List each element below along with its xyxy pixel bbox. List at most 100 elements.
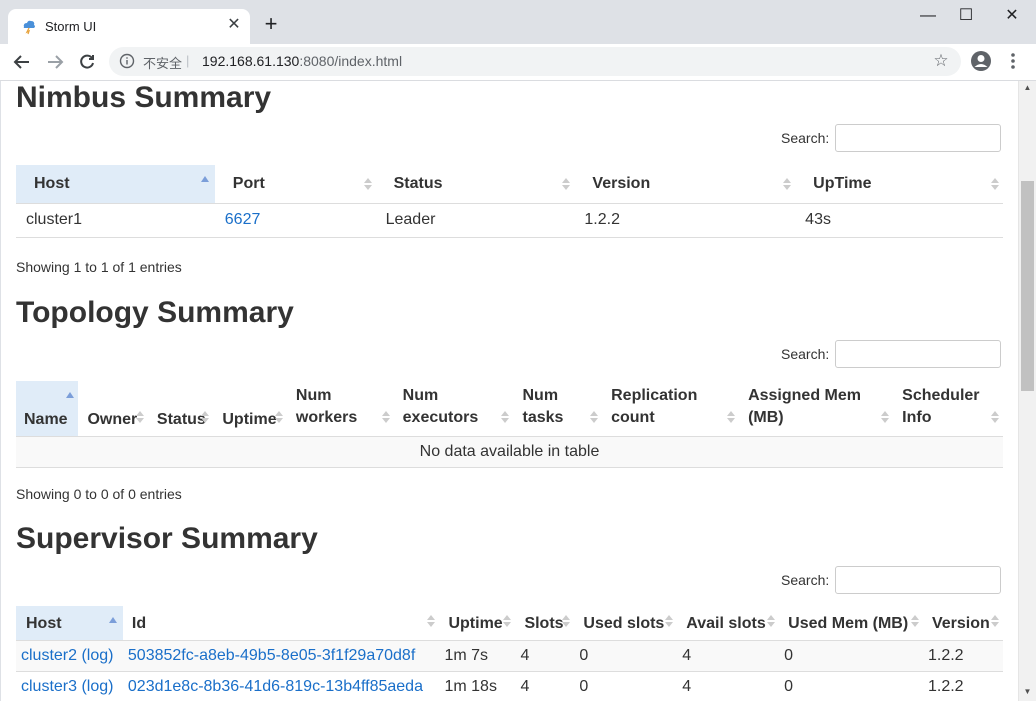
nimbus-version-cell: 1.2.2 [574,203,796,238]
col-header-scheduler-info[interactable]: Scheduler Info [893,381,1003,437]
sort-both-icon [991,614,999,627]
kebab-menu-icon[interactable] [1005,50,1021,72]
browser-tab[interactable]: Storm UI ✕ [8,9,250,44]
close-window-icon[interactable]: ✕ [1000,6,1024,26]
scroll-up-arrow-icon[interactable]: ▲ [1019,83,1036,95]
nimbus-search-input[interactable] [835,124,1001,152]
url-path: :8080/index.html [299,53,403,69]
insecure-label: 不安全 [143,56,183,71]
info-icon[interactable] [119,53,135,69]
supervisor-used-slots-cell: 0 [574,671,678,701]
col-header-used-mem[interactable]: Used Mem (MB) [779,606,923,641]
col-header-num-executors[interactable]: Num executors [393,381,514,437]
topology-search-label: Search: [781,346,830,362]
browser-tabstrip: Storm UI ✕ + — ☐ ✕ [0,0,1036,44]
forward-icon[interactable] [43,50,67,74]
col-header-uptime[interactable]: Uptime [213,381,287,437]
col-header-uptime[interactable]: Uptime [439,606,516,641]
col-header-version[interactable]: Version [574,165,796,204]
browser-toolbar: 不安全 | 192.168.61.130:8080/index.html ☆ [0,44,1036,81]
sort-both-icon [503,614,512,627]
col-header-status[interactable]: Status [147,381,214,437]
bookmark-star-icon[interactable]: ☆ [931,51,951,71]
tab-title: Storm UI [45,19,97,34]
sort-both-icon [274,410,283,423]
nimbus-summary-heading: Nimbus Summary [16,81,272,114]
col-header-name[interactable]: Name [16,381,79,437]
sort-both-icon [991,410,999,423]
topology-empty-message: No data available in table [16,436,1003,468]
col-header-assigned-mem[interactable]: Assigned Mem (MB) [739,381,894,437]
nimbus-host-cell: cluster1 [16,203,215,238]
col-header-num-tasks[interactable]: Num tasks [513,381,603,437]
sort-both-icon [590,410,599,423]
col-header-id[interactable]: Id [122,606,440,641]
scrollbar-thumb[interactable] [1021,181,1034,391]
sort-both-icon [427,614,436,627]
scroll-down-arrow-icon[interactable]: ▼ [1019,687,1036,699]
sort-both-icon [363,177,372,190]
col-header-replication-count[interactable]: Replication count [602,381,740,437]
nimbus-table-info: Showing 1 to 1 of 1 entries [16,259,182,275]
table-row: No data available in table [16,436,1003,468]
col-header-status[interactable]: Status [375,165,575,204]
col-header-host[interactable]: Host [16,165,215,204]
col-header-slots[interactable]: Slots [515,606,575,641]
maximize-icon[interactable]: ☐ [954,6,978,26]
sort-both-icon [783,177,792,190]
table-row: cluster1 6627 Leader 1.2.2 43s [16,203,1003,238]
nimbus-search-label: Search: [781,130,830,146]
topology-search-input[interactable] [835,340,1001,368]
supervisor-avail-slots-cell: 4 [677,640,780,672]
col-header-uptime[interactable]: UpTime [795,165,1003,204]
supervisor-host-link[interactable]: cluster2 (log) [21,647,113,664]
col-header-port[interactable]: Port [214,165,376,204]
page-content: Nimbus Summary Search: Host Port Status … [1,81,1018,701]
col-header-owner[interactable]: Owner [78,381,148,437]
nimbus-table: Host Port Status Version UpTime cluster1… [16,165,1003,238]
url-host: 192.168.61.130 [202,53,300,69]
supervisor-id-link[interactable]: 503852fc-a8eb-49b5-8e05-3f1f29a70d8f [128,647,415,664]
supervisor-slots-cell: 4 [515,640,575,672]
col-header-used-slots[interactable]: Used slots [574,606,678,641]
page-scrollbar[interactable]: ▲ ▼ [1018,81,1036,701]
supervisor-search-label: Search: [781,572,830,588]
col-header-version[interactable]: Version [922,606,1003,641]
address-bar[interactable]: 不安全 | 192.168.61.130:8080/index.html ☆ [109,47,961,76]
supervisor-id-link[interactable]: 023d1e8c-8b36-41d6-819c-13b4ff85aeda [128,678,423,695]
sort-both-icon [665,614,674,627]
sort-both-icon [767,614,776,627]
minimize-icon[interactable]: — [916,6,940,26]
sort-both-icon [727,410,736,423]
supervisor-search-input[interactable] [835,566,1001,594]
sort-both-icon [991,177,999,190]
topology-table-info: Showing 0 to 0 of 0 entries [16,486,182,502]
topology-table: Name Owner Status Uptime Num workers Num… [16,381,1003,468]
col-header-host[interactable]: Host [16,606,123,641]
back-icon[interactable] [10,50,34,74]
reload-icon[interactable] [75,50,99,74]
new-tab-icon[interactable]: + [261,13,281,35]
supervisor-id-cell: 503852fc-a8eb-49b5-8e05-3f1f29a70d8f [122,640,440,672]
url-text[interactable]: 192.168.61.130:8080/index.html [202,53,402,69]
col-header-num-workers[interactable]: Num workers [286,381,394,437]
tab-close-icon[interactable]: ✕ [224,15,244,35]
table-row: cluster2 (log) 503852fc-a8eb-49b5-8e05-3… [16,640,1003,672]
supervisor-slots-cell: 4 [515,671,575,701]
sort-both-icon [910,614,919,627]
supervisor-host-cell: cluster3 (log) [16,671,123,701]
supervisor-avail-slots-cell: 4 [677,671,780,701]
supervisor-used-mem-cell: 0 [779,671,923,701]
col-header-avail-slots[interactable]: Avail slots [677,606,780,641]
profile-avatar-icon[interactable] [970,50,992,72]
sort-both-icon [381,410,390,423]
sort-both-icon [562,177,571,190]
supervisor-host-link[interactable]: cluster3 (log) [21,678,113,695]
sort-asc-icon [66,392,75,398]
nimbus-port-link[interactable]: 6627 [225,211,261,228]
supervisor-id-cell: 023d1e8c-8b36-41d6-819c-13b4ff85aeda [122,671,440,701]
supervisor-uptime-cell: 1m 7s [439,640,516,672]
supervisor-used-slots-cell: 0 [574,640,678,672]
sort-both-icon [501,410,510,423]
sort-both-icon [201,410,210,423]
